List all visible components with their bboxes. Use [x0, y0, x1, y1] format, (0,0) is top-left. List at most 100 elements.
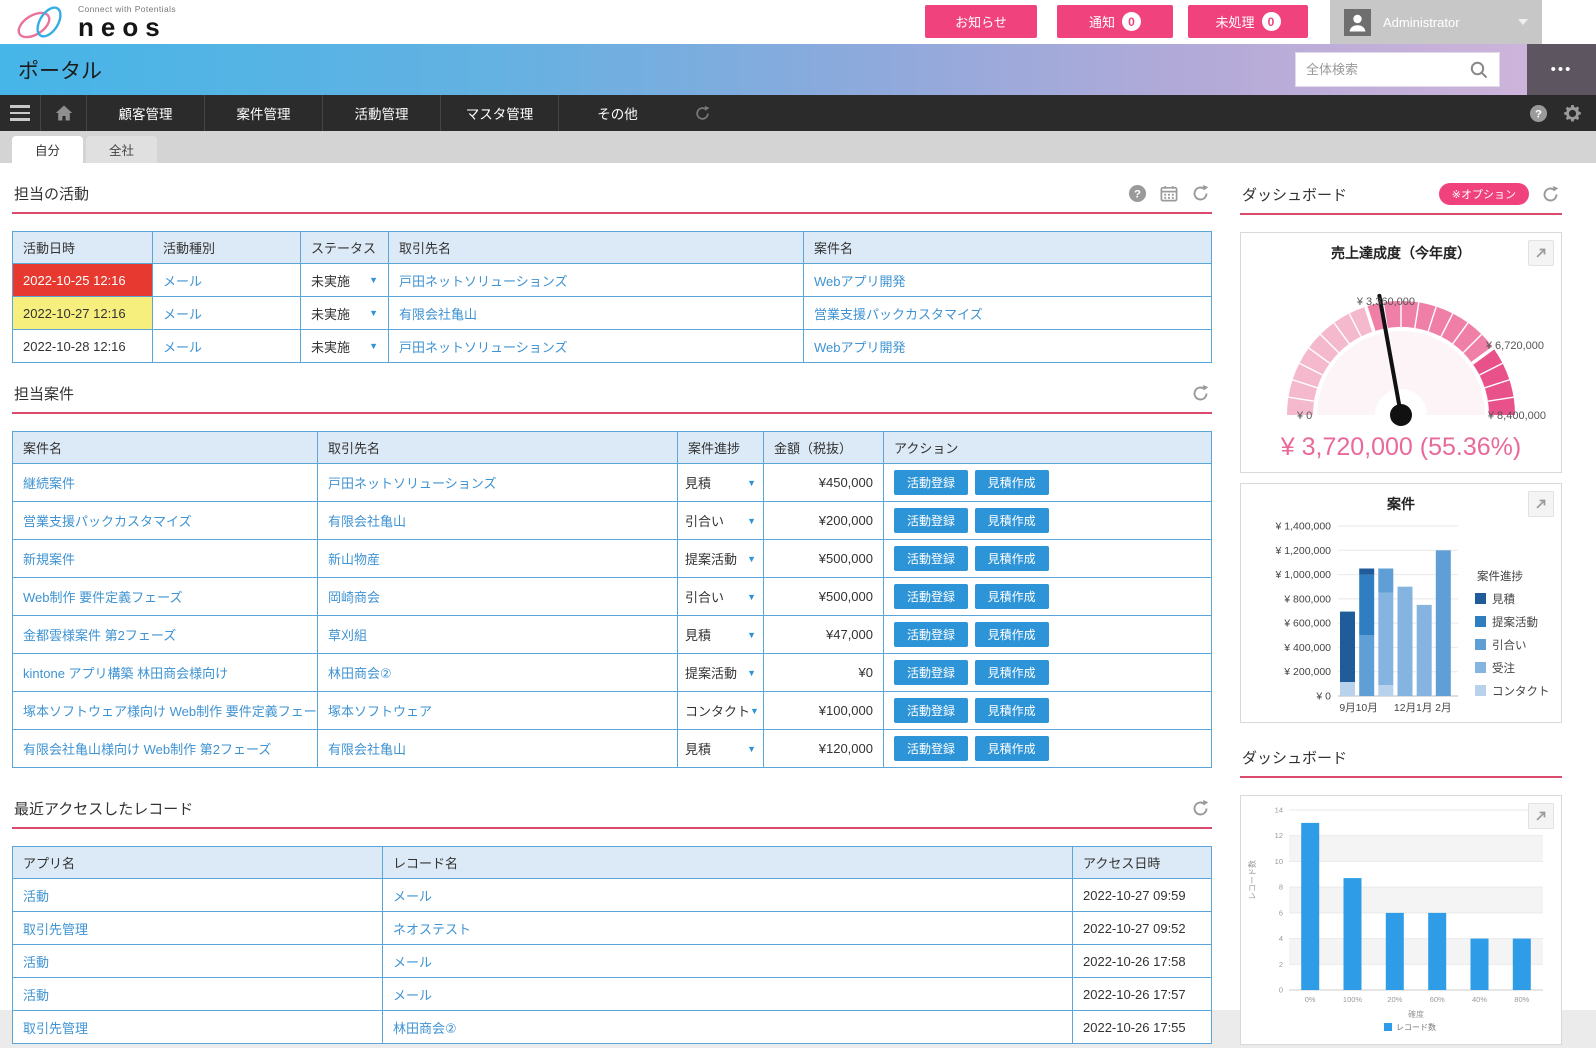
record-link[interactable]: メール	[393, 889, 432, 904]
activity-type-link[interactable]: メール	[163, 307, 202, 322]
svg-text:¥ 6,720,000: ¥ 6,720,000	[1485, 340, 1544, 352]
nav-item-case-mgmt[interactable]: 案件管理	[204, 95, 322, 131]
help-icon[interactable]: ?	[1128, 184, 1147, 203]
client-link[interactable]: 有限会社亀山	[328, 514, 406, 529]
progress-dropdown[interactable]: 見積▼	[685, 739, 756, 758]
create-quote-button[interactable]: 見積作成	[975, 470, 1049, 495]
refresh-icon[interactable]	[694, 105, 711, 122]
progress-dropdown[interactable]: 提案活動▼	[685, 663, 756, 682]
user-name: Administrator	[1383, 15, 1506, 30]
client-link[interactable]: 戸田ネットソリューションズ	[399, 340, 567, 355]
refresh-icon[interactable]	[1191, 384, 1210, 403]
nav-item-customer-mgmt[interactable]: 顧客管理	[86, 95, 204, 131]
case-link[interactable]: Webアプリ開発	[814, 340, 906, 355]
case-link[interactable]: 営業支援パックカスタマイズ	[23, 514, 192, 529]
client-link[interactable]: 戸田ネットソリューションズ	[328, 476, 496, 491]
neos-logo: Connect with Potentials neos	[10, 1, 176, 43]
progress-dropdown[interactable]: 提案活動▼	[685, 549, 756, 568]
status-dropdown[interactable]: 未実施▼	[311, 271, 378, 290]
register-activity-button[interactable]: 活動登録	[894, 508, 968, 533]
case-link[interactable]: 継続案件	[23, 476, 75, 491]
progress-dropdown[interactable]: 見積▼	[685, 473, 756, 492]
case-link[interactable]: Web制作 要件定義フェーズ	[23, 590, 182, 605]
app-link[interactable]: 活動	[23, 988, 49, 1003]
client-link[interactable]: 塚本ソフトウェア	[328, 704, 432, 719]
case-link[interactable]: 金都雲様案件 第2フェーズ	[23, 628, 176, 643]
create-quote-button[interactable]: 見積作成	[975, 508, 1049, 533]
create-quote-button[interactable]: 見積作成	[975, 736, 1049, 761]
progress-dropdown[interactable]: コンタクト▼	[685, 701, 756, 720]
client-link[interactable]: 草刈組	[328, 628, 367, 643]
case-link[interactable]: kintone アプリ構築 林田商会様向け	[23, 666, 228, 681]
progress-dropdown[interactable]: 引合い▼	[685, 511, 756, 530]
tab-company[interactable]: 全社	[86, 136, 157, 163]
client-link[interactable]: 戸田ネットソリューションズ	[399, 274, 567, 289]
client-link[interactable]: 有限会社亀山	[328, 742, 406, 757]
hamburger-menu-icon[interactable]	[0, 95, 40, 131]
register-activity-button[interactable]: 活動登録	[894, 470, 968, 495]
client-link[interactable]: 新山物産	[328, 552, 380, 567]
activity-datetime: 2022-10-27 12:16	[13, 297, 153, 330]
user-menu[interactable]: Administrator	[1330, 0, 1542, 44]
progress-dropdown[interactable]: 引合い▼	[685, 587, 756, 606]
column-header: ステータス	[301, 232, 389, 264]
app-link[interactable]: 活動	[23, 889, 49, 904]
status-dropdown[interactable]: 未実施▼	[311, 304, 378, 323]
nav-item-master-mgmt[interactable]: マスタ管理	[440, 95, 558, 131]
register-activity-button[interactable]: 活動登録	[894, 698, 968, 723]
register-activity-button[interactable]: 活動登録	[894, 584, 968, 609]
calendar-icon[interactable]	[1159, 184, 1179, 203]
expand-icon[interactable]	[1528, 491, 1554, 517]
search-button[interactable]	[1459, 53, 1499, 86]
notifications-button[interactable]: 通知 0	[1057, 5, 1173, 38]
announcements-button[interactable]: お知らせ	[925, 5, 1037, 38]
activity-type-link[interactable]: メール	[163, 340, 202, 355]
register-activity-button[interactable]: 活動登録	[894, 622, 968, 647]
case-link[interactable]: 有限会社亀山様向け Web制作 第2フェーズ	[23, 742, 271, 757]
register-activity-button[interactable]: 活動登録	[894, 546, 968, 571]
create-quote-button[interactable]: 見積作成	[975, 584, 1049, 609]
record-link[interactable]: ネオステスト	[393, 922, 471, 937]
record-link[interactable]: 林田商会②	[393, 1021, 457, 1036]
case-link[interactable]: 新規案件	[23, 552, 75, 567]
logo-brand: neos	[78, 14, 176, 40]
tab-mine[interactable]: 自分	[12, 136, 83, 163]
expand-icon[interactable]	[1528, 240, 1554, 266]
client-link[interactable]: 岡崎商会	[328, 590, 380, 605]
help-icon[interactable]: ?	[1529, 104, 1548, 123]
register-activity-button[interactable]: 活動登録	[894, 660, 968, 685]
create-quote-button[interactable]: 見積作成	[975, 546, 1049, 571]
case-link[interactable]: Webアプリ開発	[814, 274, 906, 289]
gear-icon[interactable]	[1563, 104, 1582, 123]
notifications-count-badge: 0	[1122, 12, 1141, 31]
activity-type-link[interactable]: メール	[163, 274, 202, 289]
home-button[interactable]	[40, 95, 86, 131]
register-activity-button[interactable]: 活動登録	[894, 736, 968, 761]
refresh-icon[interactable]	[1541, 185, 1560, 204]
record-link[interactable]: メール	[393, 955, 432, 970]
refresh-icon[interactable]	[1191, 799, 1210, 818]
pending-button[interactable]: 未処理 0	[1188, 5, 1308, 38]
client-link[interactable]: 有限会社亀山	[399, 307, 477, 322]
create-quote-button[interactable]: 見積作成	[975, 660, 1049, 685]
expand-icon[interactable]	[1528, 803, 1554, 829]
app-link[interactable]: 取引先管理	[23, 1021, 88, 1036]
tab-strip: 自分 全社	[0, 131, 1596, 163]
create-quote-button[interactable]: 見積作成	[975, 622, 1049, 647]
progress-dropdown[interactable]: 見積▼	[685, 625, 756, 644]
app-link[interactable]: 取引先管理	[23, 922, 88, 937]
status-dropdown[interactable]: 未実施▼	[311, 337, 378, 356]
case-link[interactable]: 営業支援パックカスタマイズ	[814, 307, 983, 322]
record-link[interactable]: メール	[393, 988, 432, 1003]
client-link[interactable]: 林田商会②	[328, 666, 392, 681]
nav-item-other[interactable]: その他	[558, 95, 676, 131]
nav-item-activity-mgmt[interactable]: 活動管理	[322, 95, 440, 131]
search-input[interactable]	[1296, 62, 1459, 77]
table-row: 2022-10-27 12:16 メール 未実施▼ 有限会社亀山 営業支援パック…	[13, 297, 1212, 330]
app-link[interactable]: 活動	[23, 955, 49, 970]
user-avatar-icon	[1344, 9, 1371, 36]
create-quote-button[interactable]: 見積作成	[975, 698, 1049, 723]
case-link[interactable]: 塚本ソフトウェア様向け Web制作 要件定義フェーズ	[23, 704, 318, 719]
more-options-button[interactable]: •••	[1527, 44, 1596, 95]
refresh-icon[interactable]	[1191, 184, 1210, 203]
